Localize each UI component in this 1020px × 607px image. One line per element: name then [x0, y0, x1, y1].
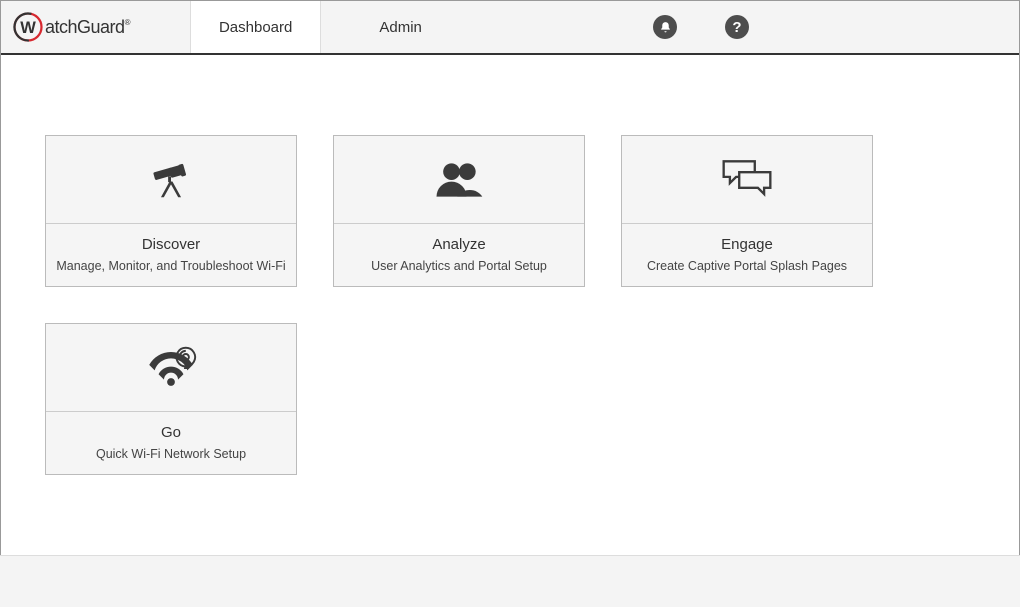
tab-admin[interactable]: Admin — [351, 1, 450, 53]
wifi-setup-icon — [143, 346, 199, 390]
tab-admin-label: Admin — [379, 19, 422, 36]
card-engage-title: Engage — [630, 236, 864, 253]
footer — [0, 555, 1020, 607]
card-discover[interactable]: Discover Manage, Monitor, and Troublesho… — [45, 135, 297, 287]
card-go-text: Go Quick Wi-Fi Network Setup — [46, 412, 296, 474]
help-button[interactable]: ? — [725, 15, 749, 39]
tab-dashboard-label: Dashboard — [219, 19, 292, 36]
card-engage-text: Engage Create Captive Portal Splash Page… — [622, 224, 872, 286]
card-discover-title: Discover — [54, 236, 288, 253]
card-go[interactable]: Go Quick Wi-Fi Network Setup — [45, 323, 297, 475]
notifications-button[interactable] — [653, 15, 677, 39]
help-icon: ? — [732, 19, 741, 36]
tab-dashboard[interactable]: Dashboard — [190, 1, 321, 53]
topbar: W atchGuard Dashboard Admin ? — [1, 1, 1019, 55]
telescope-icon — [146, 157, 196, 203]
brand-logo: W atchGuard — [13, 12, 130, 42]
chat-icon — [719, 158, 775, 202]
card-go-title: Go — [54, 424, 288, 441]
dashboard-cards: Discover Manage, Monitor, and Troublesho… — [1, 55, 1019, 475]
watchguard-logo-icon: W — [13, 12, 43, 42]
card-discover-icon-area — [46, 136, 296, 224]
card-engage-icon-area — [622, 136, 872, 224]
card-discover-text: Discover Manage, Monitor, and Troublesho… — [46, 224, 296, 286]
card-go-icon-area — [46, 324, 296, 412]
card-discover-subtitle: Manage, Monitor, and Troubleshoot Wi-Fi — [54, 259, 288, 273]
nav-tabs: Dashboard Admin — [190, 1, 450, 53]
card-analyze-icon-area — [334, 136, 584, 224]
brand-text: atchGuard — [45, 17, 130, 38]
card-analyze[interactable]: Analyze User Analytics and Portal Setup — [333, 135, 585, 287]
card-engage[interactable]: Engage Create Captive Portal Splash Page… — [621, 135, 873, 287]
card-engage-subtitle: Create Captive Portal Splash Pages — [630, 259, 864, 273]
card-analyze-text: Analyze User Analytics and Portal Setup — [334, 224, 584, 286]
card-go-subtitle: Quick Wi-Fi Network Setup — [54, 447, 288, 461]
card-analyze-subtitle: User Analytics and Portal Setup — [342, 259, 576, 273]
svg-text:W: W — [20, 19, 36, 37]
card-analyze-title: Analyze — [342, 236, 576, 253]
users-icon — [432, 160, 486, 200]
bell-icon — [659, 21, 672, 34]
